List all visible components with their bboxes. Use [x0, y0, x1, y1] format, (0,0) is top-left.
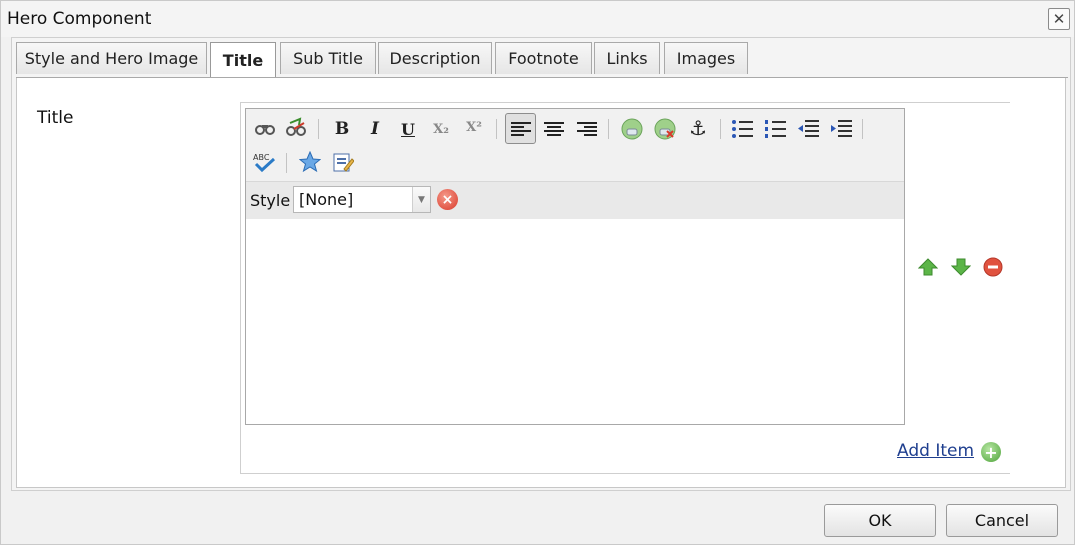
dialog-titlebar[interactable]: Hero Component ✕ [1, 1, 1074, 37]
paste-icon[interactable] [330, 149, 356, 175]
cancel-button-label: Cancel [974, 511, 1030, 530]
rte-edit-area[interactable] [246, 219, 904, 424]
special-chars-icon[interactable] [297, 149, 323, 175]
tab-label: Images [676, 49, 736, 68]
hero-component-dialog: Hero Component ✕ Style and Hero Image Ti… [0, 0, 1075, 545]
unordered-list-icon[interactable] [729, 116, 755, 142]
tab-images[interactable]: Images [664, 42, 748, 74]
close-button[interactable]: ✕ [1048, 8, 1070, 30]
style-dropdown[interactable]: [None] ▼ [293, 186, 431, 213]
italic-icon[interactable]: I [362, 116, 388, 142]
tab-title[interactable]: Title [210, 42, 276, 77]
toolbar-separator [720, 119, 721, 139]
outdent-icon[interactable] [795, 116, 821, 142]
tab-label: Links [606, 49, 648, 68]
toolbar-separator [862, 119, 863, 139]
anchor-icon[interactable]: ⚓ [685, 115, 711, 141]
style-label: Style [250, 191, 291, 210]
superscript-icon[interactable]: X² [461, 114, 487, 140]
chevron-down-icon[interactable]: ▼ [412, 187, 430, 212]
toolbar-separator [608, 119, 609, 139]
tab-strip: Style and Hero Image Title Sub Title Des… [16, 42, 1068, 78]
rte-style-bar: Style [None] ▼ × [246, 181, 904, 219]
tab-links[interactable]: Links [594, 42, 660, 74]
align-center-icon[interactable] [541, 116, 567, 142]
toolbar-separator [286, 153, 287, 173]
subscript-icon[interactable]: X₂ [428, 116, 454, 142]
tab-sub-title[interactable]: Sub Title [280, 42, 376, 74]
link-icon[interactable] [619, 116, 645, 142]
rte-toolbar: B I U X₂ X² ⚓ ABC [246, 109, 904, 181]
add-item-icon[interactable]: + [981, 442, 1001, 462]
ok-button[interactable]: OK [824, 504, 936, 537]
align-left-icon[interactable] [505, 113, 536, 144]
tab-description[interactable]: Description [378, 42, 492, 74]
add-item-link[interactable]: Add Item [897, 441, 974, 461]
unlink-icon[interactable] [652, 116, 678, 142]
move-up-icon[interactable] [918, 257, 938, 277]
field-label-title: Title [37, 108, 74, 128]
tab-style-and-hero-image[interactable]: Style and Hero Image [16, 42, 207, 74]
tab-label: Style and Hero Image [24, 49, 199, 68]
ok-button-label: OK [868, 511, 892, 530]
ordered-list-icon[interactable] [762, 116, 788, 142]
rich-text-editor: B I U X₂ X² ⚓ ABC Style [None] ▼ × [245, 108, 905, 425]
toolbar-separator [496, 119, 497, 139]
move-down-icon[interactable] [951, 257, 971, 277]
find-icon[interactable] [252, 115, 278, 141]
spellcheck-icon[interactable]: ABC [252, 149, 278, 175]
clear-style-icon[interactable]: × [437, 189, 458, 210]
title-multifield: B I U X₂ X² ⚓ ABC Style [None] ▼ × Add I… [240, 102, 1010, 474]
toolbar-separator [318, 119, 319, 139]
tab-label: Description [389, 49, 481, 68]
indent-icon[interactable] [828, 116, 854, 142]
tab-content-title: Title B I U X₂ X² ⚓ ABC Style [None] ▼ ×… [16, 78, 1066, 488]
tab-footnote[interactable]: Footnote [495, 42, 592, 74]
cancel-button[interactable]: Cancel [946, 504, 1058, 537]
style-dropdown-value: [None] [299, 190, 354, 209]
tab-label: Sub Title [293, 49, 363, 68]
underline-icon[interactable]: U [395, 116, 421, 142]
svg-text:ABC: ABC [253, 153, 270, 162]
close-icon: ✕ [1052, 9, 1066, 28]
remove-item-icon[interactable] [983, 257, 1003, 277]
align-right-icon[interactable] [574, 116, 600, 142]
replace-icon[interactable] [284, 115, 310, 141]
tab-label: Title [222, 50, 264, 70]
bold-icon[interactable]: B [329, 116, 355, 142]
dialog-title: Hero Component [7, 9, 152, 29]
dialog-body: Style and Hero Image Title Sub Title Des… [11, 37, 1071, 491]
tab-label: Footnote [508, 49, 579, 68]
